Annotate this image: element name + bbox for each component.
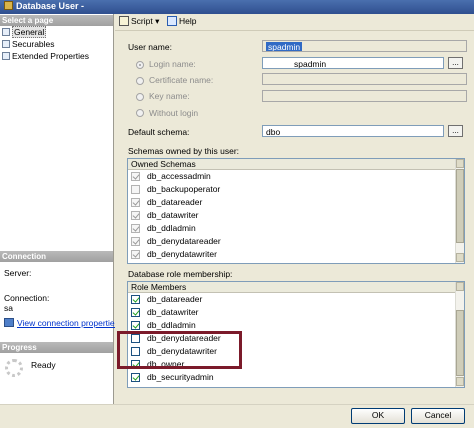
window-title-bar[interactable]: Database User - [0,0,474,14]
deny-roles-highlight [117,331,242,369]
page-icon [2,40,10,48]
help-icon [167,16,177,26]
role-members-scrollbar[interactable] [455,282,464,387]
default-schema-value: dbo [266,127,281,137]
owned-schemas-scrollbar[interactable] [455,159,464,263]
list-item-label: db_backupoperator [147,184,221,194]
checkbox[interactable] [131,250,140,259]
scroll-down-button[interactable] [456,253,464,262]
script-icon [119,16,129,26]
progress-header: Progress [0,342,113,353]
script-button[interactable]: Script ▾ [119,16,159,27]
login-name-browse-button[interactable]: ... [448,57,463,69]
list-item[interactable]: db_datawriter [131,210,199,223]
left-pane: Select a page General Securables Extende… [0,14,119,404]
progress-spinner-icon [5,359,23,377]
list-item-label: db_datareader [147,294,203,304]
login-name-input[interactable]: spadmin [262,57,444,69]
checkbox[interactable] [131,321,140,330]
checkbox[interactable] [131,308,140,317]
user-name-input[interactable]: spadmin [262,40,467,52]
certificate-name-input[interactable] [262,73,467,85]
without-login-label: Without login [149,108,199,118]
toolbar: Script ▾ Help [115,14,474,31]
list-item-label: db_ddladmin [147,320,196,330]
select-page-header: Select a page [0,15,113,26]
key-name-input[interactable] [262,90,467,102]
role-members-column-header[interactable]: Role Members [128,282,455,293]
checkbox[interactable] [131,185,140,194]
key-name-radio[interactable] [136,93,144,101]
page-icon [2,28,10,36]
checkbox[interactable] [131,198,140,207]
progress-status: Ready [31,360,56,370]
list-item[interactable]: db_accessadmin [131,171,211,184]
window-title: Database User - [16,1,85,11]
help-button[interactable]: Help [167,16,196,26]
list-item[interactable]: db_denydatareader [131,236,221,249]
scroll-up-button[interactable] [456,159,464,168]
connection-header: Connection [0,251,113,262]
list-item[interactable]: db_denydatawriter [131,249,217,262]
list-item-label: db_ddladmin [147,223,196,233]
default-schema-input[interactable]: dbo [262,125,444,137]
page-item-securables[interactable]: Securables [2,39,55,49]
scroll-thumb[interactable] [456,310,464,376]
checkbox[interactable] [131,172,140,181]
login-name-label: Login name: [149,59,196,69]
user-name-value: spadmin [266,42,303,52]
owned-schemas-grid[interactable]: Owned Schemas db_accessadmin db_backupope… [127,158,465,264]
list-item[interactable]: db_datareader [131,294,202,307]
certificate-name-radio[interactable] [136,77,144,85]
default-schema-label: Default schema: [128,127,190,137]
scroll-down-button[interactable] [456,377,464,386]
connection-label: Connection: [4,293,50,303]
list-item[interactable]: db_ddladmin [131,223,196,236]
list-item-label: db_denydatawriter [147,249,217,259]
list-item-label: db_datawriter [147,210,199,220]
list-item-label: db_datawriter [147,307,199,317]
list-item[interactable]: db_datareader [131,197,202,210]
list-item[interactable]: db_datawriter [131,307,199,320]
page-item-extended-properties[interactable]: Extended Properties [2,51,89,61]
checkbox[interactable] [131,373,140,382]
page-item-general[interactable]: General [2,26,47,38]
ok-button[interactable]: OK [351,408,405,424]
checkbox[interactable] [131,211,140,220]
list-item-label: db_datareader [147,197,203,207]
server-label: Server: [4,268,32,278]
certificate-name-label: Certificate name: [149,75,214,85]
dialog-button-bar: OK Cancel [0,404,474,428]
key-name-label: Key name: [149,91,190,101]
schemas-owned-label: Schemas owned by this user: [128,146,240,156]
connection-value: sa [4,303,13,313]
checkbox[interactable] [131,237,140,246]
checkbox[interactable] [131,224,140,233]
page-icon [2,52,10,60]
login-name-radio[interactable] [136,61,144,69]
connection-properties-icon [4,318,14,327]
chevron-down-icon: ▾ [155,16,160,26]
role-membership-label: Database role membership: [128,269,233,279]
list-item-label: db_securityadmin [147,372,214,382]
database-user-icon [4,1,13,10]
list-item[interactable]: db_backupoperator [131,184,220,197]
user-name-label: User name: [128,42,172,52]
view-connection-properties-link[interactable]: View connection properties [4,318,119,328]
without-login-radio[interactable] [136,109,144,117]
checkbox[interactable] [131,295,140,304]
owned-schemas-column-header[interactable]: Owned Schemas [128,159,455,170]
login-name-value: spadmin [294,59,327,69]
list-item-label: db_denydatareader [147,236,221,246]
scroll-up-button[interactable] [456,282,464,291]
list-item[interactable]: db_securityadmin [131,372,214,385]
default-schema-browse-button[interactable]: ... [448,125,463,137]
list-item-label: db_accessadmin [147,171,211,181]
cancel-button[interactable]: Cancel [411,408,465,424]
scroll-thumb[interactable] [456,169,464,243]
